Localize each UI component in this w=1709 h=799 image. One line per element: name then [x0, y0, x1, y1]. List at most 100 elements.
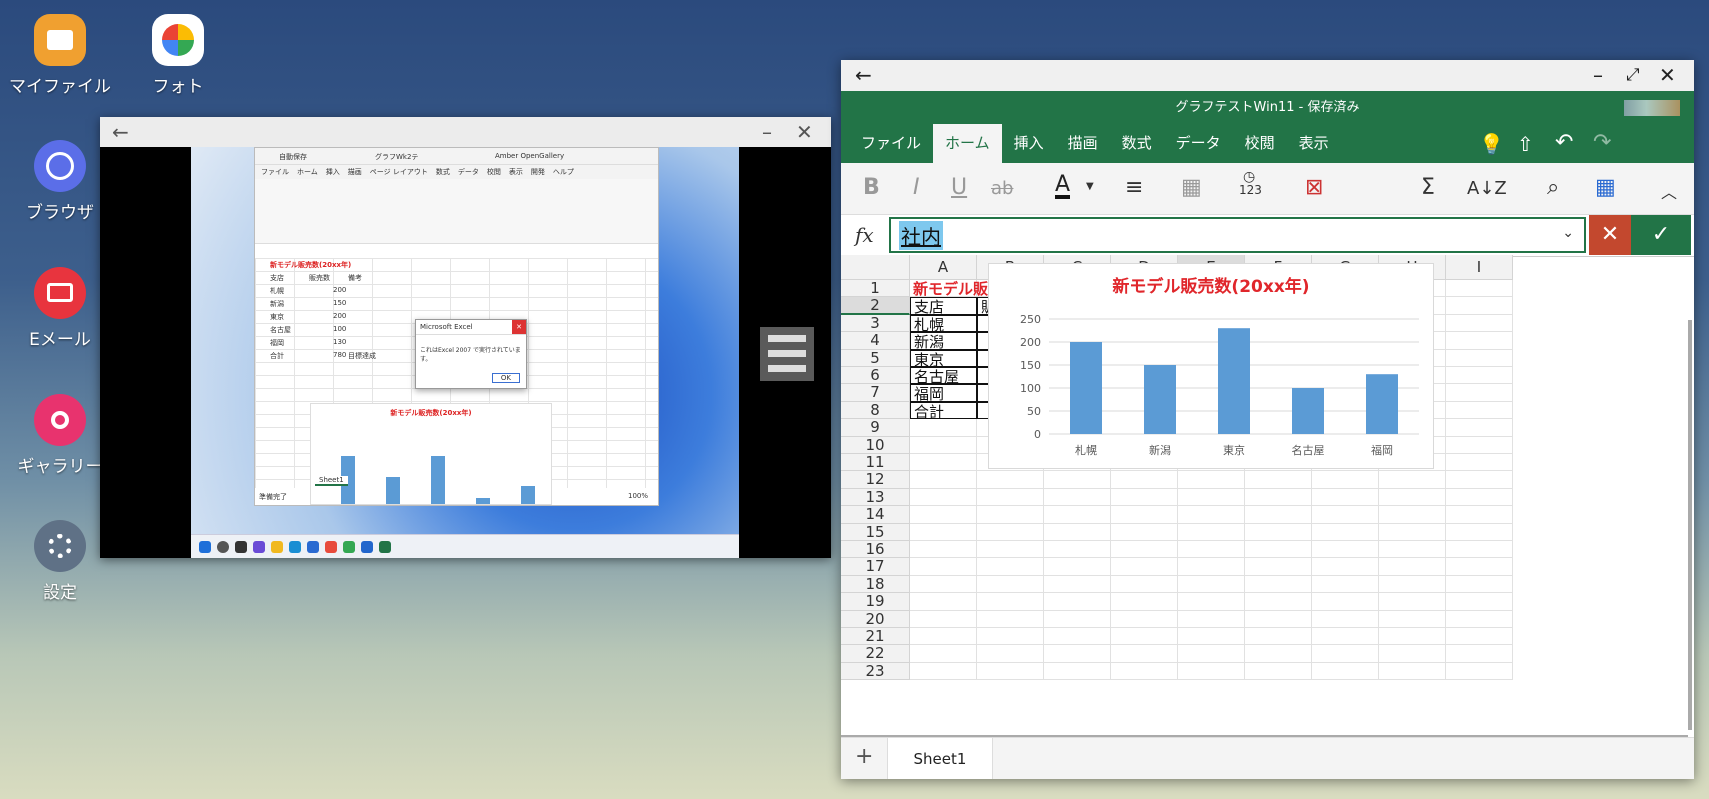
remote-menu-item[interactable]: 表示 — [509, 167, 523, 177]
cell-B14[interactable] — [977, 506, 1044, 524]
cell-B16[interactable] — [977, 541, 1044, 559]
cell-F18[interactable] — [1245, 575, 1312, 594]
cell-A20[interactable] — [910, 610, 977, 628]
cell-A14[interactable] — [910, 506, 977, 524]
cell-C12[interactable] — [1044, 471, 1111, 489]
cell-H20[interactable] — [1379, 610, 1446, 628]
close-icon[interactable]: ✕ — [796, 120, 813, 144]
search-icon[interactable]: ⌕ — [1547, 175, 1559, 200]
cell-D17[interactable] — [1111, 558, 1178, 576]
excel-window[interactable]: ← – ⤢ ✕ グラフテストWin11 - 保存済み ファイル ホーム 挿入 描… — [841, 60, 1694, 779]
table-icon[interactable]: ▦ — [1595, 175, 1616, 200]
italic-icon[interactable]: I — [913, 175, 920, 200]
align-icon[interactable]: ≡ — [1125, 175, 1143, 200]
cell-I23[interactable] — [1446, 662, 1513, 681]
column-header[interactable]: A — [910, 255, 977, 280]
sum-icon[interactable]: Σ — [1421, 175, 1435, 200]
undo-icon[interactable]: ↶ — [1555, 130, 1573, 155]
cell-I15[interactable] — [1446, 523, 1513, 541]
remote-menu-item[interactable]: ページ レイアウト — [370, 167, 428, 177]
cell-I1[interactable] — [1446, 280, 1513, 298]
cell-A17[interactable] — [910, 558, 977, 576]
row-header[interactable]: 10 — [841, 436, 910, 454]
select-all-corner[interactable] — [841, 255, 910, 280]
cell-A2[interactable]: 支店 — [910, 297, 977, 316]
cell-F16[interactable] — [1245, 541, 1312, 559]
number-format-icon[interactable]: 123 — [1239, 183, 1262, 197]
row-header[interactable]: 7 — [841, 383, 910, 402]
cell-H23[interactable] — [1379, 662, 1446, 681]
row-header[interactable]: 17 — [841, 557, 910, 576]
cell-A21[interactable] — [910, 628, 977, 646]
cancel-edit-button[interactable]: ✕ — [1589, 215, 1631, 255]
remote-chart[interactable]: 新モデル販売数(20xx年) — [310, 403, 552, 505]
taskbar-app-icon[interactable] — [253, 540, 265, 553]
cell-I6[interactable] — [1446, 367, 1513, 385]
cell-G22[interactable] — [1312, 645, 1379, 663]
cell-C16[interactable] — [1044, 541, 1111, 559]
row-header[interactable]: 22 — [841, 644, 910, 663]
cell-B22[interactable] — [977, 645, 1044, 663]
cell-F23[interactable] — [1245, 662, 1312, 681]
cell-A12[interactable] — [910, 471, 977, 489]
cell-G17[interactable] — [1312, 558, 1379, 576]
row-header[interactable]: 4 — [841, 331, 910, 350]
cell-H17[interactable] — [1379, 558, 1446, 576]
taskbar-app-icon[interactable] — [361, 540, 373, 553]
row-header[interactable]: 23 — [841, 662, 910, 681]
tab-data[interactable]: データ — [1164, 124, 1233, 163]
minimize-icon[interactable]: – — [1593, 63, 1603, 87]
close-icon[interactable]: ✕ — [1659, 63, 1676, 87]
cell-F22[interactable] — [1245, 645, 1312, 663]
cell-C14[interactable] — [1044, 506, 1111, 524]
cell-A11[interactable] — [910, 454, 977, 472]
cell-I9[interactable] — [1446, 419, 1513, 437]
tab-view[interactable]: 表示 — [1287, 124, 1341, 163]
cell-E12[interactable] — [1178, 471, 1245, 489]
remote-excel-window[interactable]: 自動保存 グラフWk2テ Amber OpenGallery ファイル ホーム … — [254, 147, 659, 506]
cell-G18[interactable] — [1312, 575, 1379, 594]
cell-F14[interactable] — [1245, 506, 1312, 524]
remote-message-dialog[interactable]: Microsoft Excel ✕ これはExcel 2007 で実行されていま… — [415, 319, 527, 389]
tab-formulas[interactable]: 数式 — [1110, 124, 1164, 163]
row-header[interactable]: 18 — [841, 575, 910, 594]
row-header[interactable]: 1 — [841, 279, 910, 298]
cell-E15[interactable] — [1178, 523, 1245, 541]
cell-D22[interactable] — [1111, 645, 1178, 663]
minimize-icon[interactable]: – — [762, 120, 772, 144]
cell-D14[interactable] — [1111, 506, 1178, 524]
cell-E19[interactable] — [1178, 593, 1245, 611]
remote-menu-item[interactable]: 描画 — [348, 167, 362, 177]
close-icon[interactable]: ✕ — [512, 320, 526, 334]
cell-B20[interactable] — [977, 610, 1044, 628]
tab-file[interactable]: ファイル — [849, 124, 933, 163]
underline-icon[interactable]: U — [951, 175, 967, 200]
row-header[interactable]: 13 — [841, 488, 910, 507]
desktop-icon-photos[interactable]: フォト — [118, 14, 238, 97]
cell-H22[interactable] — [1379, 645, 1446, 663]
cell-I7[interactable] — [1446, 384, 1513, 402]
add-sheet-icon[interactable]: + — [855, 744, 873, 769]
cell-F13[interactable] — [1245, 488, 1312, 507]
cell-I8[interactable] — [1446, 401, 1513, 420]
delete-cells-icon[interactable]: ⊠ — [1305, 175, 1323, 200]
start-icon[interactable] — [199, 540, 211, 553]
cell-B21[interactable] — [977, 628, 1044, 646]
taskbar-app-icon[interactable] — [235, 540, 247, 553]
cell-D20[interactable] — [1111, 610, 1178, 628]
cell-A9[interactable] — [910, 419, 977, 437]
row-header[interactable]: 16 — [841, 540, 910, 559]
taskbar-app-icon[interactable] — [379, 540, 391, 553]
row-header[interactable]: 2 — [841, 296, 910, 315]
cell-B13[interactable] — [977, 488, 1044, 507]
cell-I13[interactable] — [1446, 488, 1513, 507]
cell-E20[interactable] — [1178, 610, 1245, 628]
cell-C22[interactable] — [1044, 645, 1111, 663]
cell-A8[interactable]: 合計 — [910, 401, 977, 421]
cell-I21[interactable] — [1446, 628, 1513, 646]
taskbar-app-icon[interactable] — [271, 540, 283, 553]
chevron-down-icon[interactable]: ⌄ — [1562, 225, 1574, 241]
taskbar-app-icon[interactable] — [325, 540, 337, 553]
cell-H18[interactable] — [1379, 575, 1446, 594]
cell-A15[interactable] — [910, 523, 977, 541]
